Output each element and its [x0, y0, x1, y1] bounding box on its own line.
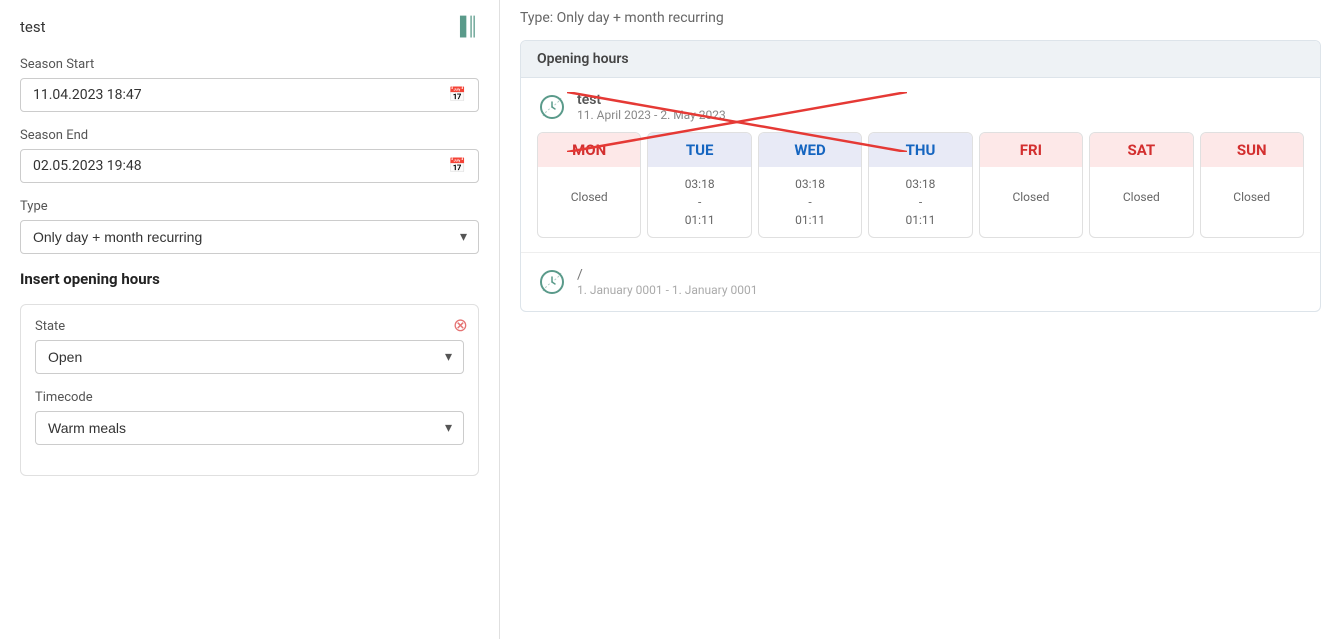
- state-label: State: [35, 319, 464, 334]
- day-header-sun: SUN: [1201, 133, 1303, 167]
- schedule1-row: test 11. April 2023 - 2. May 2023 MONClo…: [521, 78, 1320, 252]
- type-label: Type: [20, 199, 479, 214]
- day-header-thu: THU: [869, 133, 971, 167]
- time-range-thu: 03:18-01:11: [906, 175, 936, 229]
- time-range-tue: 03:18-01:11: [685, 175, 715, 229]
- timecode-group: Timecode Warm meals Cold meals Beverages…: [35, 390, 464, 445]
- day-card-sat: SATClosed: [1089, 132, 1193, 238]
- day-body-thu: 03:18-01:11: [869, 167, 971, 237]
- season-start-label: Season Start: [20, 57, 479, 72]
- day-header-fri: FRI: [980, 133, 1082, 167]
- schedule2-dates: 1. January 0001 - 1. January 0001: [577, 283, 757, 297]
- left-panel: test ▐║ Season Start 11.04.2023 18:47 📅 …: [0, 0, 500, 639]
- schedule2-info: / 1. January 0001 - 1. January 0001: [577, 267, 757, 297]
- day-card-fri: FRIClosed: [979, 132, 1083, 238]
- calendar-icon-start: 📅: [449, 87, 466, 103]
- calendar-icon-end: 📅: [449, 158, 466, 174]
- state-group: State Open Closed ▾: [35, 319, 464, 374]
- state-select[interactable]: Open Closed: [35, 340, 464, 374]
- timecode-select-wrapper: Warm meals Cold meals Beverages ▾: [35, 411, 464, 445]
- day-header-wed: WED: [759, 133, 861, 167]
- season-start-value: 11.04.2023 18:47: [33, 87, 142, 103]
- insert-heading-group: Insert opening hours: [20, 270, 479, 288]
- timecode-label: Timecode: [35, 390, 464, 405]
- day-card-wed: WED 03:18-01:11: [758, 132, 862, 238]
- day-card-sun: SUNClosed: [1200, 132, 1304, 238]
- season-end-label: Season End: [20, 128, 479, 143]
- state-select-wrapper: Open Closed ▾: [35, 340, 464, 374]
- schedule-title: test: [20, 18, 46, 36]
- day-card-mon: MONClosed: [537, 132, 641, 238]
- day-body-tue: 03:18-01:11: [648, 167, 750, 237]
- day-body-sun: Closed: [1201, 167, 1303, 227]
- opening-hours-header: Opening hours: [521, 41, 1320, 78]
- schedule2-name: /: [577, 267, 757, 283]
- time-range-wed: 03:18-01:11: [795, 175, 825, 229]
- season-start-input[interactable]: 11.04.2023 18:47 📅: [20, 78, 479, 112]
- type-select-wrapper: Only day + month recurring Day recurring…: [20, 220, 479, 254]
- remove-button[interactable]: ⊗: [453, 315, 468, 336]
- clock-icon-2: [537, 267, 567, 297]
- clock-icon-1: [537, 92, 567, 122]
- insert-box: ⊗ State Open Closed ▾ Timecode Warm meal…: [20, 304, 479, 476]
- right-panel: Type: Only day + month recurring Opening…: [500, 0, 1341, 639]
- days-grid: MONClosedTUE03:18-01:11WED03:18-01:11THU…: [537, 132, 1304, 238]
- day-header-tue: TUE: [648, 133, 750, 167]
- day-card-thu: THU 03:18-01:11: [868, 132, 972, 238]
- season-end-value: 02.05.2023 19:48: [33, 158, 142, 174]
- schedule2-row: / 1. January 0001 - 1. January 0001: [521, 252, 1320, 311]
- type-group: Type Only day + month recurring Day recu…: [20, 199, 479, 254]
- season-end-input[interactable]: 02.05.2023 19:48 📅: [20, 149, 479, 183]
- type-info: Type: Only day + month recurring: [520, 10, 1321, 26]
- schedule1-name: test: [577, 92, 726, 108]
- day-body-sat: Closed: [1090, 167, 1192, 227]
- day-body-mon: Closed: [538, 167, 640, 227]
- season-end-group: Season End 02.05.2023 19:48 📅: [20, 128, 479, 183]
- day-body-wed: 03:18-01:11: [759, 167, 861, 237]
- insert-heading: Insert opening hours: [20, 270, 479, 288]
- day-card-tue: TUE 03:18-01:11: [647, 132, 751, 238]
- schedule2-item: / 1. January 0001 - 1. January 0001: [537, 267, 1304, 297]
- timecode-select[interactable]: Warm meals Cold meals Beverages: [35, 411, 464, 445]
- chart-icon: ▐║: [453, 16, 479, 37]
- opening-hours-section: Opening hours test 11. April 2023 - 2. M…: [520, 40, 1321, 312]
- day-header-mon: MON: [538, 133, 640, 167]
- schedule1-dates: 11. April 2023 - 2. May 2023: [577, 108, 726, 122]
- day-body-fri: Closed: [980, 167, 1082, 227]
- schedule1-item: test 11. April 2023 - 2. May 2023: [537, 92, 1304, 122]
- type-select[interactable]: Only day + month recurring Day recurring…: [20, 220, 479, 254]
- schedule1-info: test 11. April 2023 - 2. May 2023: [577, 92, 726, 122]
- day-header-sat: SAT: [1090, 133, 1192, 167]
- title-row: test ▐║: [20, 10, 479, 43]
- season-start-group: Season Start 11.04.2023 18:47 📅: [20, 57, 479, 112]
